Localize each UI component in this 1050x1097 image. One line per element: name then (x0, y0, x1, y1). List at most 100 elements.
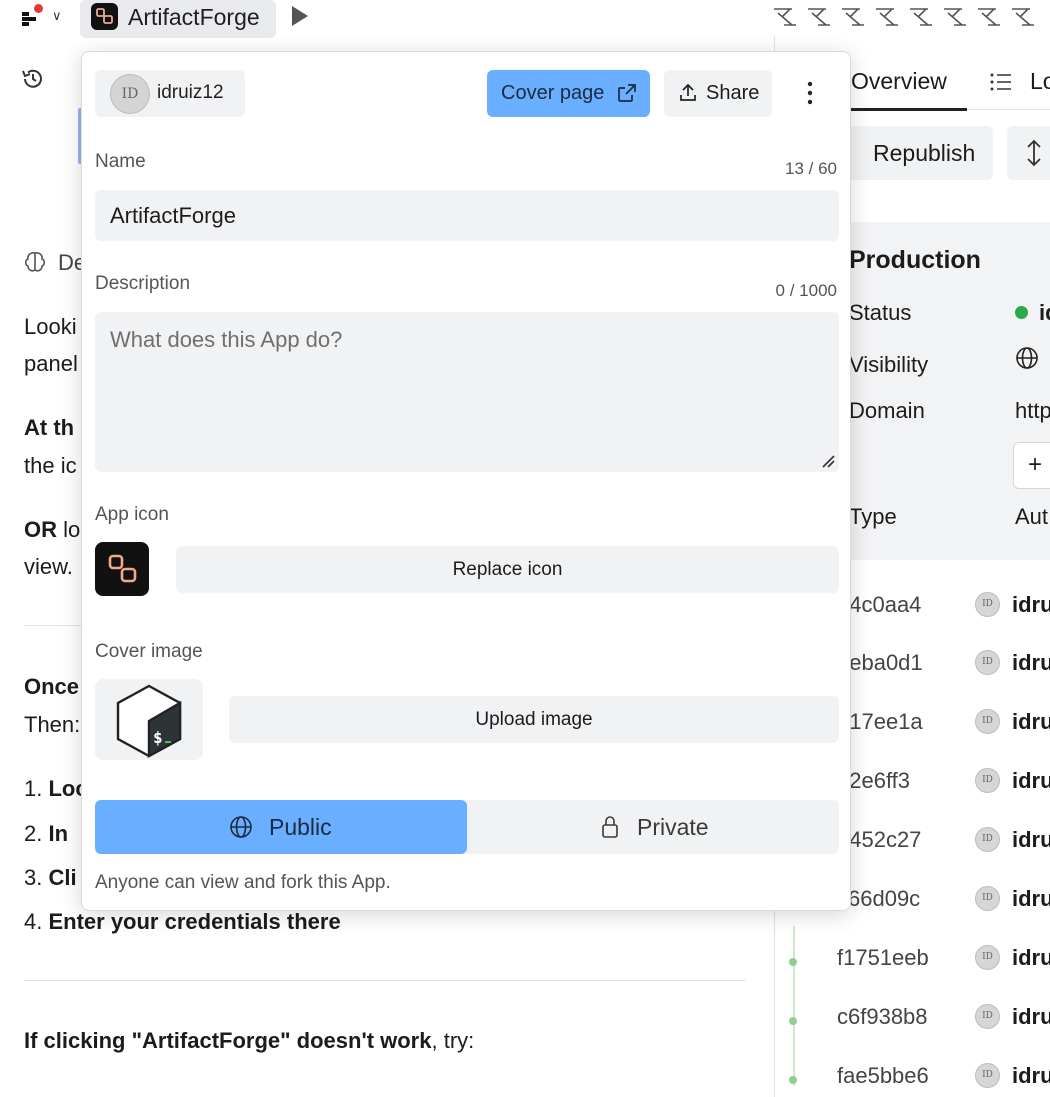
domain-value[interactable]: http (1015, 398, 1050, 424)
list-text: In (48, 821, 69, 846)
avatar: ID (975, 709, 1000, 734)
timeline-line (793, 926, 795, 1086)
toolbar-icon[interactable] (838, 3, 868, 29)
toolbar-icons (770, 3, 1038, 29)
svg-text:$: $ (153, 728, 163, 747)
domain-label: Domain (849, 398, 925, 423)
globe-icon (1016, 347, 1038, 369)
commit-hash[interactable]: c6f938b8 (837, 1004, 928, 1030)
public-option[interactable]: Public (95, 800, 467, 854)
owner-chip[interactable]: ID idruiz12 (95, 70, 245, 117)
plus-icon: + (1028, 451, 1043, 478)
add-domain-button[interactable]: + (1013, 442, 1050, 489)
chat-text: Once (24, 674, 80, 699)
list-number: 3. (24, 865, 49, 890)
commit-hash[interactable]: f1751eeb (837, 945, 929, 971)
chat-text: At th (24, 415, 75, 440)
commit-author: idru (1012, 827, 1050, 852)
cover-page-button[interactable]: Cover page (487, 70, 650, 117)
run-icon[interactable] (288, 4, 312, 28)
tab-overview[interactable]: Overview (851, 68, 947, 95)
description-char-counter: 0 / 1000 (775, 281, 837, 300)
avatar: ID (975, 1004, 1000, 1029)
list-icon (989, 72, 1013, 92)
upload-image-button[interactable]: Upload image (229, 696, 839, 743)
active-tab-indicator (845, 108, 967, 111)
app-icon (91, 3, 118, 30)
avatar: ID (975, 945, 1000, 970)
name-value: ArtifactForge (110, 203, 236, 228)
list-item: 3. Cli (24, 865, 77, 891)
cover-image-label: Cover image (95, 641, 203, 662)
avatar: ID (975, 827, 1000, 852)
public-label: Public (269, 814, 332, 840)
republish-label: Republish (873, 140, 976, 166)
more-options-icon[interactable] (798, 78, 822, 108)
toolbar-icon[interactable] (872, 3, 902, 29)
notification-dot-icon (34, 4, 43, 13)
app-icon-label: App icon (95, 504, 169, 525)
status-value: id (1039, 300, 1050, 325)
chat-text: panel (24, 351, 78, 376)
commit-author: idru (1012, 592, 1050, 617)
top-bar: ∨ ArtifactForge (0, 0, 1050, 38)
chat-text: OR lo (24, 517, 80, 543)
toolbar-icon[interactable] (974, 3, 1004, 29)
commit-author: idru (1012, 886, 1050, 911)
divider (24, 980, 746, 981)
avatar: ID (975, 886, 1000, 911)
production-title: Production (849, 246, 981, 274)
upload-icon (680, 83, 696, 101)
terminal-icon: $ (116, 684, 182, 759)
timeline-dot-icon (789, 1017, 797, 1025)
commit-hash[interactable]: fae5bbe6 (837, 1063, 929, 1089)
list-number: 4. (24, 909, 49, 934)
visibility-note: Anyone can view and fork this App. (95, 872, 391, 893)
app-title: ArtifactForge (128, 4, 260, 30)
commit-author: idru (1012, 945, 1050, 970)
replace-icon-button[interactable]: Replace icon (176, 546, 839, 593)
share-button[interactable]: Share (664, 70, 772, 117)
workspace-menu-button[interactable]: ∨ (20, 4, 70, 30)
status-label: Status (849, 300, 912, 325)
commit-author: idru (1012, 1063, 1050, 1088)
status-dot-icon (1015, 306, 1028, 319)
globe-icon (230, 816, 252, 838)
toolbar-icon[interactable] (1008, 3, 1038, 29)
name-char-counter: 13 / 60 (785, 159, 837, 178)
share-label: Share (706, 82, 760, 104)
chat-text: Looki (24, 314, 77, 339)
timeline-dot-icon (789, 1076, 797, 1084)
owner-name: idruiz12 (157, 82, 224, 103)
private-label: Private (637, 814, 709, 840)
tab-logs[interactable]: Lo (1030, 68, 1050, 95)
list-text: Cli (48, 865, 77, 890)
toolbar-icon[interactable] (906, 3, 936, 29)
type-value: Aut (1015, 504, 1049, 529)
avatar: ID (975, 650, 1000, 675)
chat-text-bold: OR (24, 517, 57, 542)
list-number: 2. (24, 821, 49, 846)
app-icon-preview (95, 542, 149, 596)
visibility-toggle: Public Private (95, 800, 839, 854)
app-title-button[interactable]: ArtifactForge (80, 0, 276, 38)
toolbar-icon[interactable] (770, 3, 800, 29)
list-item: 4. Enter your credentials there (24, 909, 341, 935)
history-icon[interactable] (20, 66, 46, 92)
resize-grip-icon[interactable] (820, 453, 836, 469)
description-textarea[interactable]: What does this App do? (95, 312, 839, 472)
arrow-updown-icon (1027, 139, 1041, 167)
toolbar-icon[interactable] (804, 3, 834, 29)
commit-author: idru (1012, 709, 1050, 734)
resize-button[interactable] (1007, 126, 1050, 180)
commit-author: idru (1012, 768, 1050, 793)
chat-text: the ic (24, 453, 77, 478)
list-item: 2. In (24, 821, 68, 847)
chat-text-rest: , try: (431, 1028, 475, 1053)
avatar: ID (975, 592, 1000, 617)
chat-text-rest: lo (57, 517, 81, 542)
toolbar-icon[interactable] (940, 3, 970, 29)
commit-author: idru (1012, 650, 1050, 675)
name-input[interactable]: ArtifactForge (95, 190, 839, 241)
description-placeholder: What does this App do? (110, 327, 343, 352)
